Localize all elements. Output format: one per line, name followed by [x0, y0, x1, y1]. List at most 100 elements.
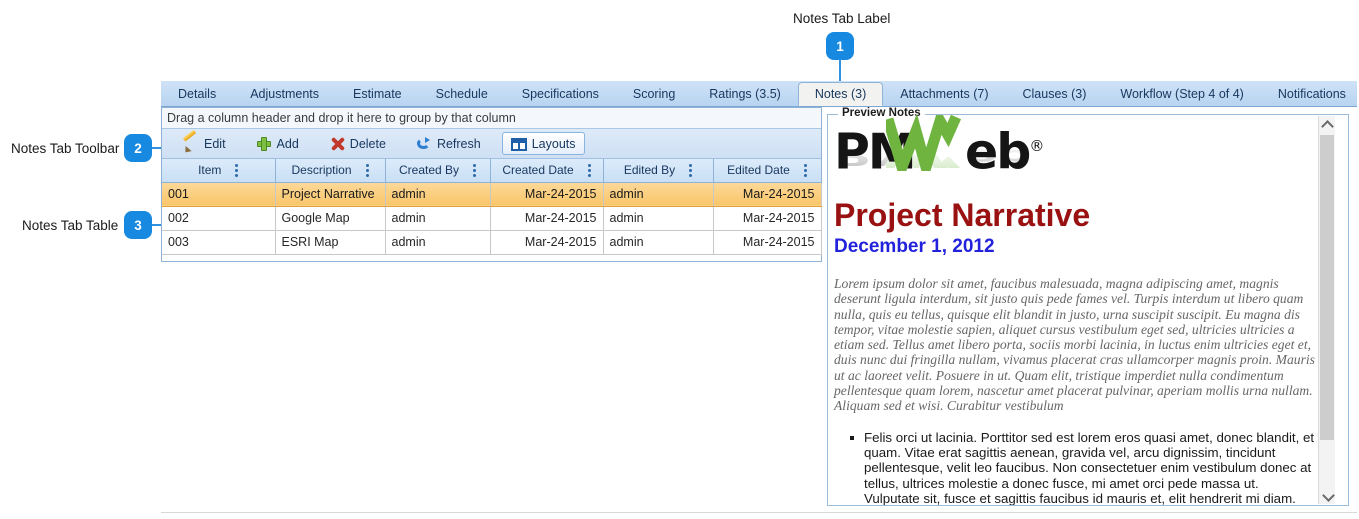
pencil-icon — [183, 136, 199, 152]
tab-specifications[interactable]: Specifications — [505, 81, 616, 106]
table-row[interactable]: 001 Project Narrative admin Mar-24-2015 admi… — [162, 182, 822, 207]
cell-description: Project Narrative — [275, 182, 386, 207]
logo-text-pm: PM — [834, 123, 917, 181]
column-header-created-date[interactable]: Created Date — [490, 159, 604, 183]
screenshot-stage: Notes Tab Label 1 Notes Tab Toolbar 2 No… — [0, 0, 1359, 519]
column-header-label: Created Date — [502, 163, 574, 178]
tab-label: Clauses (3) — [1022, 87, 1087, 101]
tab-strip: Details Adjustments Estimate Schedule Specif… — [161, 81, 1357, 107]
refresh-icon — [416, 136, 432, 152]
column-menu-icon[interactable] — [473, 163, 477, 177]
annotation-label-2: Notes Tab Toolbar — [11, 141, 120, 156]
group-by-hint: Drag a column header and drop it here to… — [167, 111, 516, 125]
tab-scoring[interactable]: Scoring — [616, 81, 692, 106]
cell-item: 002 — [162, 206, 276, 231]
cell-created-by: admin — [385, 206, 491, 231]
tab-notes-3[interactable]: Notes (3) — [797, 82, 884, 106]
tab-label: Details — [178, 87, 217, 101]
column-header-item[interactable]: Item — [162, 159, 276, 183]
preview-vertical-scrollbar[interactable] — [1318, 116, 1335, 504]
column-header-edited-by[interactable]: Edited By — [603, 159, 714, 183]
tab-notifications[interactable]: Notifications — [1261, 81, 1359, 106]
cell-created-date: Mar-24-2015 — [490, 206, 604, 231]
cell-edited-by: admin — [603, 206, 714, 231]
chevron-up-icon — [1323, 120, 1332, 129]
add-button[interactable]: Add — [247, 132, 308, 156]
table-header-row: Item Description Created By Created Date Edi… — [162, 159, 822, 183]
edit-button[interactable]: Edit — [174, 132, 235, 156]
column-header-label: Edited By — [623, 163, 676, 178]
toolbar-button-label: Edit — [204, 136, 226, 151]
table-body: 001 Project Narrative admin Mar-24-2015 admi… — [162, 182, 822, 255]
tab-label: Specifications — [521, 87, 599, 101]
column-menu-icon[interactable] — [587, 163, 591, 177]
pmweb-logo-main: PMWeb® — [834, 115, 1045, 181]
notes-grid-panel: Drag a column header and drop it here to… — [161, 107, 822, 262]
cell-description: ESRI Map — [275, 230, 386, 255]
tab-clauses-3[interactable]: Clauses (3) — [1005, 81, 1103, 106]
column-header-label: Created By — [398, 163, 460, 178]
annotation-label-1: Notes Tab Label — [793, 11, 891, 26]
tab-label: Notifications — [1277, 87, 1346, 101]
cell-created-date: Mar-24-2015 — [490, 182, 604, 207]
layouts-grid-icon — [510, 138, 527, 151]
pmweb-logo: PMWeb PMWeb® — [834, 115, 1316, 191]
cell-edited-by: admin — [603, 230, 714, 255]
preview-notes-content: PMWeb PMWeb® Project Narrative December … — [828, 115, 1348, 505]
cell-item: 003 — [162, 230, 276, 255]
chevron-down-icon — [1323, 491, 1332, 500]
tab-adjustments[interactable]: Adjustments — [233, 81, 336, 106]
document-bullet-list: Felis orci ut lacinia. Porttitor sed est… — [834, 430, 1316, 505]
table-row[interactable]: 002 Google Map admin Mar-24-2015 admin Mar-24… — [162, 206, 822, 231]
cell-created-date: Mar-24-2015 — [490, 230, 604, 255]
notes-toolbar: Edit Add Delete Refresh Layouts — [162, 129, 821, 159]
notes-table: Item Description Created By Created Date Edi… — [162, 159, 822, 255]
list-item: Felis orci ut lacinia. Porttitor sed est… — [850, 430, 1316, 505]
cell-created-by: admin — [385, 230, 491, 255]
tab-schedule[interactable]: Schedule — [419, 81, 505, 106]
layouts-button[interactable]: Layouts — [501, 132, 585, 155]
tab-workflow-step-4-of-4[interactable]: Workflow (Step 4 of 4) — [1103, 81, 1260, 106]
tab-label: Schedule — [435, 87, 488, 101]
column-header-label: Edited Date — [727, 163, 790, 178]
column-menu-icon[interactable] — [689, 163, 693, 177]
scroll-down-button[interactable] — [1319, 487, 1335, 504]
tab-label: Notes (3) — [814, 87, 867, 101]
logo-registered-mark: ® — [1029, 137, 1045, 155]
tab-label: Estimate — [353, 87, 402, 101]
group-by-bar[interactable]: Drag a column header and drop it here to… — [162, 108, 821, 129]
column-menu-icon[interactable] — [365, 163, 369, 177]
table-row[interactable]: 003 ESRI Map admin Mar-24-2015 admin Mar-24-2… — [162, 230, 822, 255]
toolbar-button-label: Refresh — [436, 136, 481, 151]
column-header-label: Item — [198, 163, 222, 178]
delete-x-icon — [329, 136, 345, 152]
tab-label: Workflow (Step 4 of 4) — [1120, 87, 1244, 101]
plus-icon — [256, 136, 272, 152]
column-menu-icon[interactable] — [235, 163, 239, 177]
document-paragraph: Lorem ipsum dolor sit amet, faucibus mal… — [834, 276, 1315, 414]
cell-edited-date: Mar-24-2015 — [713, 206, 822, 231]
toolbar-button-label: Add — [276, 136, 299, 151]
document-date: December 1, 2012 — [834, 236, 995, 257]
refresh-button[interactable]: Refresh — [407, 132, 490, 156]
cell-created-by: admin — [385, 182, 491, 207]
column-header-description[interactable]: Description — [275, 159, 386, 183]
cell-edited-date: Mar-24-2015 — [713, 230, 822, 255]
cell-item: 001 — [162, 182, 276, 207]
scroll-up-button[interactable] — [1319, 116, 1335, 133]
tab-details[interactable]: Details — [161, 81, 233, 106]
column-header-created-by[interactable]: Created By — [385, 159, 491, 183]
annotation-badge-2: 2 — [124, 134, 152, 162]
tab-estimate[interactable]: Estimate — [336, 81, 419, 106]
tab-ratings-3-5[interactable]: Ratings (3.5) — [692, 81, 798, 106]
toolbar-button-label: Delete — [349, 136, 386, 151]
column-menu-icon[interactable] — [803, 163, 807, 177]
annotation-leader-1 — [839, 59, 841, 81]
column-header-edited-date[interactable]: Edited Date — [713, 159, 822, 183]
scrollbar-thumb[interactable] — [1320, 135, 1334, 440]
tab-label: Attachments (7) — [900, 87, 989, 101]
delete-button[interactable]: Delete — [320, 132, 395, 156]
toolbar-button-label: Layouts — [531, 136, 576, 151]
cell-edited-by: admin — [603, 182, 714, 207]
tab-attachments-7[interactable]: Attachments (7) — [883, 81, 1005, 106]
